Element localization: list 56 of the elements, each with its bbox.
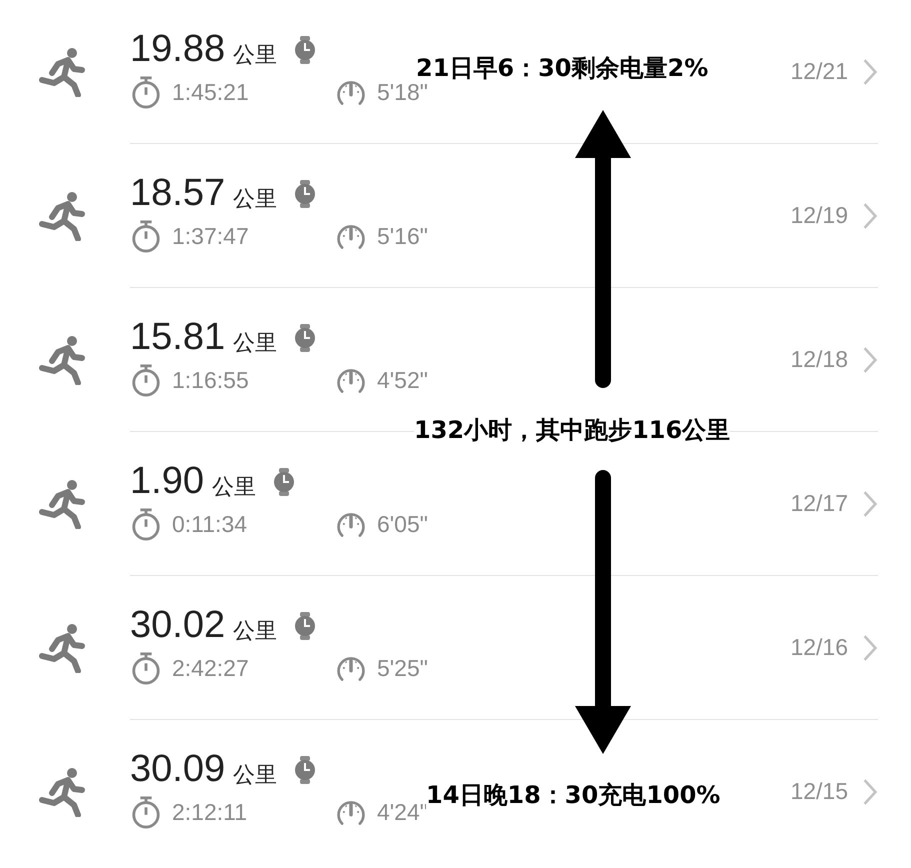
watch-icon <box>295 324 316 352</box>
chevron-icon[interactable] <box>862 346 878 374</box>
duration-value: 2:42:27 <box>172 654 249 682</box>
chevron-icon[interactable] <box>862 778 878 806</box>
run-date: 12/21 <box>790 58 848 85</box>
distance-value: 18.57 <box>130 172 226 215</box>
run-date: 12/19 <box>790 202 848 229</box>
duration-value: 1:16:55 <box>172 366 249 394</box>
run-date: 12/16 <box>790 634 848 661</box>
duration-value: 0:11:34 <box>172 510 248 538</box>
runner-icon <box>38 190 88 240</box>
distance-value: 19.88 <box>130 28 226 71</box>
annotation-text: 14日晚18：30充电100% <box>426 781 720 810</box>
pace-value: 5'25" <box>377 654 428 682</box>
stopwatch-icon <box>130 507 162 541</box>
watch-icon <box>295 612 316 640</box>
distance-value: 30.02 <box>130 604 226 647</box>
duration-value: 2:12:11 <box>172 798 248 826</box>
run-date: 12/18 <box>790 346 848 373</box>
annotation-text: 21日早6：30剩余电量2% <box>416 54 708 83</box>
runner-icon <box>38 46 88 96</box>
annotation-text: 132小时，其中跑步116公里 <box>414 416 730 445</box>
runner-icon <box>38 622 88 672</box>
run-date: 12/15 <box>790 778 848 805</box>
chevron-icon[interactable] <box>862 202 878 230</box>
watch-icon <box>295 36 316 64</box>
pace-value: 6'05" <box>377 510 428 538</box>
watch-icon <box>295 756 316 784</box>
chevron-icon[interactable] <box>862 634 878 662</box>
distance-value: 15.81 <box>130 316 226 359</box>
stopwatch-icon <box>130 75 162 109</box>
runner-icon <box>38 478 88 528</box>
pace-value: 4'52" <box>377 366 428 394</box>
chevron-icon[interactable] <box>862 58 878 86</box>
runner-icon <box>38 334 88 384</box>
runner-icon <box>38 766 88 816</box>
distance-unit: 公里 <box>233 618 278 646</box>
pace-value: 5'16" <box>377 222 428 250</box>
pace-value: 4'24" <box>377 798 428 826</box>
stopwatch-icon <box>130 795 162 829</box>
duration-value: 1:37:47 <box>172 222 249 250</box>
distance-unit: 公里 <box>233 186 278 214</box>
duration-value: 1:45:21 <box>172 78 249 106</box>
distance-value: 1.90 <box>130 460 204 503</box>
stopwatch-icon <box>130 219 162 253</box>
chevron-icon[interactable] <box>862 490 878 518</box>
watch-icon <box>274 468 294 496</box>
watch-icon <box>295 180 316 208</box>
distance-unit: 公里 <box>233 42 278 70</box>
run-date: 12/17 <box>790 490 848 517</box>
distance-unit: 公里 <box>233 330 278 358</box>
distance-unit: 公里 <box>233 762 278 790</box>
distance-unit: 公里 <box>212 474 256 502</box>
distance-value: 30.09 <box>130 748 226 791</box>
stopwatch-icon <box>130 363 162 397</box>
stopwatch-icon <box>130 651 162 685</box>
